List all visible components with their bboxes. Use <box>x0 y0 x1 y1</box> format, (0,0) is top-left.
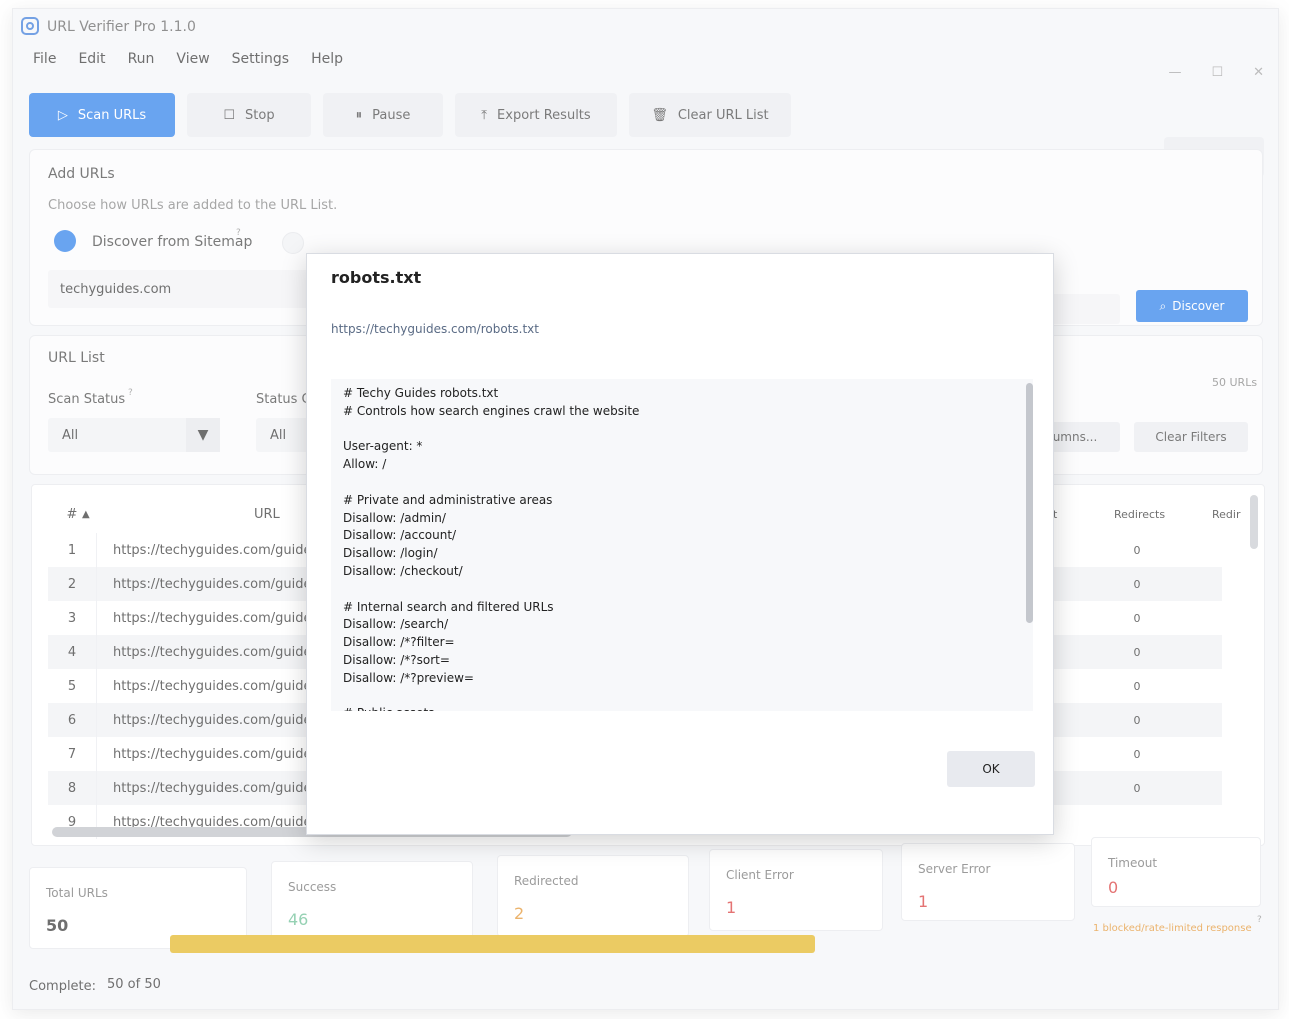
robots-content-box[interactable]: # Techy Guides robots.txt # Controls how… <box>331 379 1033 711</box>
ok-label: OK <box>982 762 1000 776</box>
robots-dialog: robots.txt https://techyguides.com/robot… <box>306 253 1054 835</box>
dialog-title: robots.txt <box>331 268 422 287</box>
ok-button[interactable]: OK <box>947 751 1035 787</box>
robots-url-link[interactable]: https://techyguides.com/robots.txt <box>331 322 539 336</box>
robots-content: # Techy Guides robots.txt # Controls how… <box>343 386 640 711</box>
content-scrollbar[interactable] <box>1026 383 1033 623</box>
